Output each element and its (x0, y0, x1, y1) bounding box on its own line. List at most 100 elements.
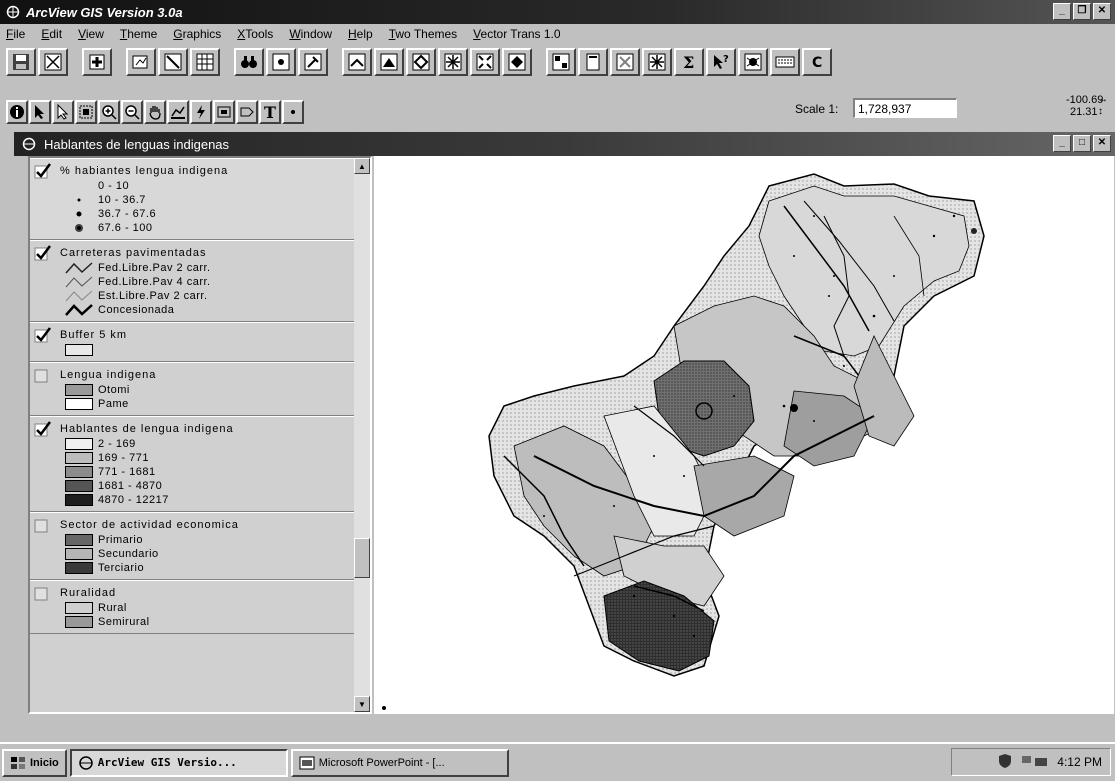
open-table-button[interactable] (190, 48, 220, 76)
scroll-down-icon[interactable]: ▼ (354, 696, 370, 712)
theme-hidden-checkbox[interactable] (34, 516, 52, 534)
add-theme-button[interactable] (82, 48, 112, 76)
coordinate-y: 21.31 (1070, 106, 1098, 118)
measure-tool[interactable] (167, 100, 189, 124)
clock[interactable]: 4:12 PM (1057, 755, 1102, 769)
windows-taskbar: Inicio ArcView GIS Versio... Microsoft P… (0, 742, 1115, 781)
view-close-icon[interactable]: ✕ (1093, 135, 1111, 152)
legend-dot-large-icon (64, 222, 94, 234)
theme-lengua-indigena[interactable]: Lengua indigena Otomi Pame (30, 362, 370, 416)
legend-swatch (64, 480, 94, 492)
properties-button[interactable] (38, 48, 68, 76)
table-of-contents: % habiantes lengua indigena 0 - 10 10 - … (28, 156, 372, 714)
zoom-previous-button[interactable] (502, 48, 532, 76)
button-bar: Σ ? C (0, 44, 1115, 92)
menu-graphics[interactable]: Graphics (171, 27, 223, 41)
legend-swatch (64, 384, 94, 396)
legend-class-label: Primario (98, 534, 143, 546)
layout-button[interactable] (578, 48, 608, 76)
theme-label: Ruralidad (60, 587, 117, 599)
text-tool[interactable]: T (259, 100, 281, 124)
menu-window[interactable]: Window (287, 27, 334, 41)
zoom-in-button[interactable] (438, 48, 468, 76)
legend-dot-none (64, 180, 94, 192)
task-arcview[interactable]: ArcView GIS Versio... (69, 748, 288, 777)
query-builder-button[interactable] (298, 48, 328, 76)
clear-selection-button[interactable] (610, 48, 640, 76)
zoom-out-tool[interactable] (121, 100, 143, 124)
keyboard-button[interactable] (770, 48, 800, 76)
zoom-selected-button[interactable] (406, 48, 436, 76)
menu-two-themes[interactable]: Two Themes (387, 27, 459, 41)
layout-icon (586, 53, 600, 71)
powerpoint-icon (299, 755, 315, 771)
theme-visible-checkbox[interactable] (34, 244, 52, 262)
shield-icon[interactable] (997, 753, 1013, 772)
script-button[interactable] (738, 48, 768, 76)
legend-scrollbar[interactable]: ▲ ▼ (354, 158, 370, 712)
legend-dot-small-icon (64, 194, 94, 206)
locate-button[interactable] (266, 48, 296, 76)
find-button[interactable] (234, 48, 264, 76)
measure-icon (171, 106, 185, 119)
identify-tool[interactable] (6, 100, 28, 124)
theme-label: Sector de actividad economica (60, 519, 239, 531)
minimize-icon[interactable]: _ (1053, 3, 1071, 20)
view-maximize-icon[interactable]: □ (1073, 135, 1091, 152)
area-of-interest-tool[interactable] (213, 100, 235, 124)
restore-icon[interactable]: ❐ (1073, 3, 1091, 20)
zoom-active-themes-button[interactable] (374, 48, 404, 76)
theme-hidden-checkbox[interactable] (34, 584, 52, 602)
vertex-edit-tool[interactable] (52, 100, 74, 124)
theme-hablantes[interactable]: Hablantes de lengua indigena 2 - 169 169… (30, 416, 370, 512)
hotlink-tool[interactable] (190, 100, 212, 124)
draw-tool[interactable] (282, 100, 304, 124)
select-feature-tool[interactable] (75, 100, 97, 124)
label-tool[interactable] (236, 100, 258, 124)
theme-carreteras[interactable]: Carreteras pavimentadas Fed.Libre.Pav 2 … (30, 240, 370, 322)
pan-tool[interactable] (144, 100, 166, 124)
network-icon[interactable] (1021, 753, 1049, 772)
menu-xtools[interactable]: XTools (235, 27, 275, 41)
statistics-button[interactable]: Σ (674, 48, 704, 76)
theme-porcentaje-hablantes[interactable]: % habiantes lengua indigena 0 - 10 10 - … (30, 158, 370, 240)
sigma-icon: Σ (683, 53, 694, 72)
theme-sector-actividad[interactable]: Sector de actividad economica Primario S… (30, 512, 370, 580)
theme-visible-checkbox[interactable] (34, 420, 52, 438)
pointer-tool[interactable] (29, 100, 51, 124)
view-minimize-icon[interactable]: _ (1053, 135, 1071, 152)
menu-view[interactable]: View (76, 27, 106, 41)
theme-hidden-checkbox[interactable] (34, 366, 52, 384)
scroll-thumb[interactable] (354, 538, 370, 578)
zoom-out-button[interactable] (470, 48, 500, 76)
theme-visible-checkbox[interactable] (34, 162, 52, 180)
zoom-in-tool[interactable] (98, 100, 120, 124)
help-button[interactable]: ? (706, 48, 736, 76)
select-by-theme-button[interactable] (546, 48, 576, 76)
scale-input[interactable]: 1,728,937 (853, 98, 957, 118)
theme-visible-checkbox[interactable] (34, 326, 52, 344)
legend-class-label: 2 - 169 (98, 438, 136, 450)
hand-icon (149, 106, 161, 120)
c-button[interactable]: C (802, 48, 832, 76)
add-theme-icon (89, 54, 105, 70)
edit-legend-button[interactable] (158, 48, 188, 76)
menu-theme[interactable]: Theme (118, 27, 159, 41)
menu-help[interactable]: Help (346, 27, 375, 41)
legend-road-line-icon (64, 304, 94, 316)
graphics-button[interactable] (642, 48, 672, 76)
start-button[interactable]: Inicio (2, 748, 67, 777)
save-button[interactable] (6, 48, 36, 76)
close-icon[interactable]: ✕ (1093, 3, 1111, 20)
zoom-full-extent-button[interactable] (342, 48, 372, 76)
menu-vector-trans[interactable]: Vector Trans 1.0 (471, 27, 562, 41)
theme-ruralidad[interactable]: Ruralidad Rural Semirural (30, 580, 370, 634)
theme-buffer[interactable]: Buffer 5 km (30, 322, 370, 362)
menu-edit[interactable]: Edit (39, 27, 64, 41)
scroll-up-icon[interactable]: ▲ (354, 158, 370, 174)
task-powerpoint[interactable]: Microsoft PowerPoint - [... (290, 748, 509, 777)
theme-properties-button[interactable] (126, 48, 156, 76)
map-display[interactable] (374, 156, 1114, 714)
menu-file[interactable]: File (4, 27, 27, 41)
legend-class-label: Est.Libre.Pav 2 carr. (98, 290, 208, 302)
